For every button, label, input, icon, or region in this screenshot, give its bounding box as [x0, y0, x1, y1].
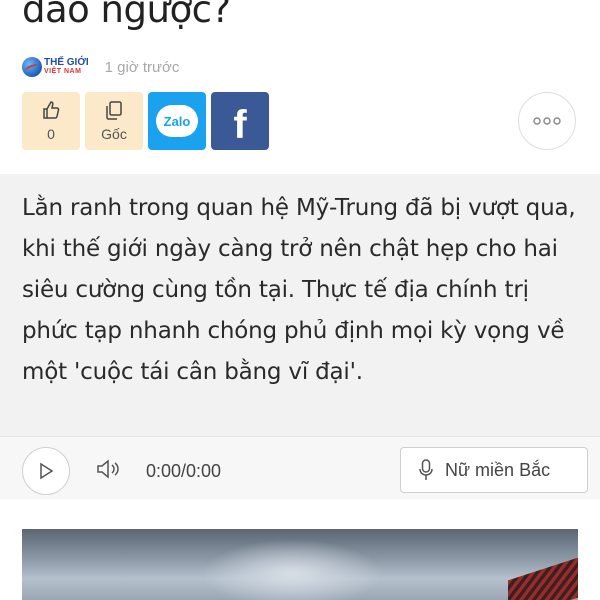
source-logo[interactable]: THẾ GIỚI VIỆT NAM	[22, 57, 89, 77]
source-button[interactable]: Gốc	[85, 92, 143, 150]
source-row: THẾ GIỚI VIỆT NAM 1 giờ trước	[22, 54, 179, 80]
action-bar: 0 Gốc Zalo f	[22, 92, 269, 150]
more-options-button[interactable]	[518, 92, 576, 150]
more-dots-icon	[533, 117, 561, 125]
globe-icon	[22, 57, 42, 77]
like-count: 0	[47, 126, 55, 142]
zalo-logo: Zalo	[156, 105, 198, 137]
source-label: Gốc	[101, 126, 127, 142]
article-hero-image[interactable]	[22, 529, 578, 600]
facebook-logo: f	[233, 103, 247, 147]
like-button[interactable]: 0	[22, 92, 80, 150]
summary-box: Lằn ranh trong quan hệ Mỹ-Trung đã bị vư…	[0, 174, 600, 499]
audio-timecode: 0:00/0:00	[146, 461, 222, 481]
thumbs-up-icon	[43, 101, 60, 119]
voice-label: Nữ miền Bắc	[445, 459, 551, 480]
microphone-icon	[419, 459, 433, 480]
logo-title: THẾ GIỚI	[44, 57, 89, 68]
play-button[interactable]	[22, 447, 70, 495]
logo-subtitle: VIỆT NAM	[44, 68, 82, 75]
article-title: đảo ngược?	[22, 0, 231, 31]
copy-icon	[106, 101, 122, 120]
audio-player: 0:00/0:00 Nữ miền Bắc	[0, 436, 600, 499]
article-summary: Lằn ranh trong quan hệ Mỹ-Trung đã bị vư…	[22, 195, 576, 385]
volume-icon[interactable]	[96, 459, 122, 479]
zalo-share-button[interactable]: Zalo	[148, 92, 206, 150]
play-icon	[40, 462, 54, 480]
facebook-share-button[interactable]: f	[211, 92, 269, 150]
publish-time: 1 giờ trước	[104, 58, 180, 76]
voice-select-button[interactable]: Nữ miền Bắc	[400, 447, 588, 493]
